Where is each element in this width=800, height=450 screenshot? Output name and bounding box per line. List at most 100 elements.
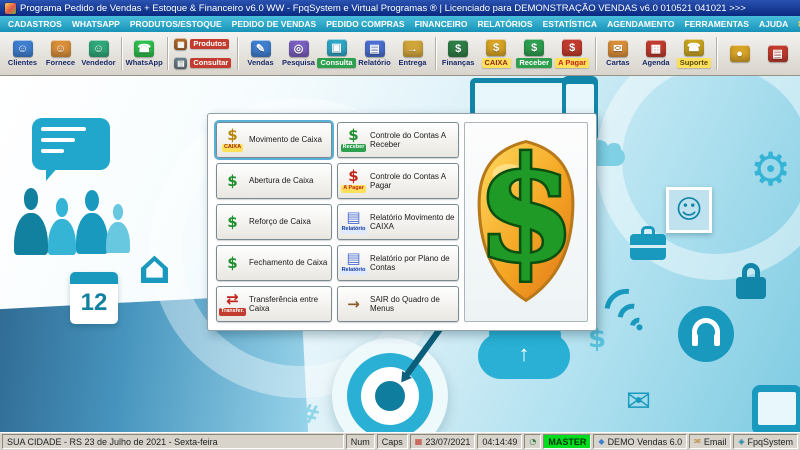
- dialog-button-relatorio-movimento-de-caixa[interactable]: ▤ Relatório Relatório Movimento de CAIXA: [337, 204, 459, 240]
- menu-item-label: AJUDA: [758, 19, 789, 29]
- menu-item-produtos-estoque[interactable]: PRODUTOS/ESTOQUE: [125, 16, 227, 32]
- menu-item-cadastros[interactable]: CADASTROS: [3, 16, 67, 32]
- status-location-text: SUA CIDADE - RS 23 de Julho de 2021 - Se…: [7, 436, 218, 447]
- toolbar-button-clientes[interactable]: ☺ Clientes: [4, 34, 41, 73]
- dialog-button-controle-do-contas-a-pagar[interactable]: $ A Pagar Controle do Contas A Pagar: [337, 163, 459, 199]
- toolbar-group: ✉ Cartas ▦ Agenda ☎ Suporte: [599, 34, 712, 73]
- toolbar-separator: [716, 37, 718, 70]
- toolbar-button-vendas[interactable]: ✎ Vendas: [242, 34, 279, 73]
- dialog-button-abertura-de-caixa[interactable]: $ Abertura de Caixa: [216, 163, 332, 199]
- toolbar-button-label: Clientes: [7, 58, 38, 68]
- menubar: CADASTROS WHATSAPP PRODUTOS/ESTOQUE PEDIDO …: [0, 16, 800, 32]
- dialog-button-transferencia-entre-caixa[interactable]: ⇄ Transfer. Transferência entre Caixa: [216, 286, 332, 322]
- num-lock-label: Num: [350, 436, 370, 447]
- vendedor-icon: ☺: [88, 40, 109, 58]
- toolbar-button-produtos[interactable]: ▦ Produtos: [171, 36, 233, 53]
- status-time: 04:14:49: [477, 434, 523, 449]
- toolbar-button-entrega[interactable]: → Entrega: [394, 34, 431, 73]
- dialog-button-label: SAIR do Quadro de Menus: [370, 294, 440, 313]
- menu-item-ajuda[interactable]: AJUDA: [754, 16, 793, 32]
- toolbar-separator: [166, 37, 168, 70]
- menu-item-e-mail[interactable]: ✉E-MAIL: [793, 16, 800, 32]
- toolbar-button-label: Agenda: [642, 58, 670, 68]
- time-text: 04:14:49: [482, 436, 518, 447]
- menu-item-label: PEDIDO COMPRAS: [326, 19, 405, 29]
- menu-item-relatorios[interactable]: RELATÓRIOS: [473, 16, 538, 32]
- toolbar-button-whatsapp[interactable]: ☎ WhatsApp: [126, 34, 163, 73]
- menu-item-ferramentas[interactable]: FERRAMENTAS: [679, 16, 754, 32]
- toolbar-button-caixa[interactable]: $ CAIXA: [478, 34, 515, 73]
- toolbar-button-coins[interactable]: ●: [721, 34, 758, 73]
- caixa-icon: $: [486, 39, 507, 57]
- dialog-icon-caption: A Pagar: [341, 185, 366, 193]
- menu-item-label: ESTATÍSTICA: [542, 19, 598, 29]
- toolbar-button-label: Produtos: [190, 39, 230, 49]
- desktop-background: ⌂ 12 ↑ ☺ ✉ ⚙ $ # $ CAIXA Movimento de Caix…: [0, 76, 800, 432]
- toolbar-button-consulta[interactable]: ▣ Consulta: [317, 34, 356, 73]
- toolbar-button-fornece[interactable]: ☺ Fornece: [42, 34, 79, 73]
- dialog-button-sair-do-quadro-de-menus[interactable]: → SAIR do Quadro de Menus: [337, 286, 459, 322]
- toolbar-button-agenda[interactable]: ▦ Agenda: [637, 34, 674, 73]
- toolbar-button-receber[interactable]: $ Receber: [516, 34, 553, 73]
- toolbar-button-suporte[interactable]: ☎ Suporte: [675, 34, 712, 73]
- person-icon: [76, 190, 108, 260]
- brand-text: FpqSystem: [747, 436, 793, 447]
- wifi-icon: [595, 279, 660, 346]
- toolbar-button-a-pagar[interactable]: $ A Pagar: [554, 34, 591, 73]
- a-pagar-icon: $ A Pagar: [341, 167, 366, 193]
- status-location: SUA CIDADE - RS 23 de Julho de 2021 - Se…: [2, 434, 344, 449]
- menu-item-whatsapp[interactable]: WHATSAPP: [67, 16, 125, 32]
- gauge-icon: ◔: [529, 436, 537, 446]
- dialog-button-controle-do-contas-a-receber[interactable]: $ Receber Controle do Contas A Receber: [337, 122, 459, 158]
- receber-icon: $ Receber: [340, 126, 367, 152]
- menu-item-financeiro[interactable]: FINANCEIRO: [410, 16, 473, 32]
- status-user: MASTER: [543, 434, 592, 449]
- clientes-icon: ☺: [12, 40, 33, 58]
- status-brand: ◈ FpqSystem: [733, 434, 798, 449]
- relatorio-icon: ▤ Relatório: [339, 249, 368, 275]
- toolbar-button-relatorio[interactable]: ▤ Relatório: [356, 34, 393, 73]
- menu-item-pedido-compras[interactable]: PEDIDO COMPRAS: [321, 16, 409, 32]
- toolbar-button-pesquisa[interactable]: ◎ Pesquisa: [280, 34, 317, 73]
- relatorio-icon: ▤: [364, 40, 385, 58]
- toolbar-button-label: Fornece: [45, 58, 76, 68]
- menu-item-estatistica[interactable]: ESTATÍSTICA: [538, 16, 602, 32]
- whatsapp-icon: ☎: [134, 40, 155, 58]
- status-gauge: ◔: [524, 434, 542, 449]
- svg-text:$: $: [476, 129, 575, 294]
- status-email[interactable]: ✉ Email: [689, 434, 732, 449]
- exit-door-icon: →: [347, 294, 360, 313]
- produtos-icon: ▦: [174, 38, 188, 50]
- toolbar-button-vendedor[interactable]: ☺ Vendedor: [80, 34, 117, 73]
- toolbar-button-catalog[interactable]: ▤: [759, 34, 796, 73]
- house-icon: ⌂: [138, 240, 171, 294]
- envelope-icon: ✉: [626, 384, 652, 419]
- catalog-icon: ▤: [767, 45, 788, 62]
- menu-item-label: RELATÓRIOS: [477, 19, 533, 29]
- toolbar-button-consultar[interactable]: ▤ Consultar: [171, 55, 233, 72]
- toolbar-button-cartas[interactable]: ✉ Cartas: [599, 34, 636, 73]
- hashtag-icon: #: [295, 398, 323, 432]
- dialog-button-reforco-de-caixa[interactable]: $ Reforço de Caixa: [216, 204, 332, 240]
- toolbar-separator: [121, 37, 122, 70]
- menu-item-label: CADASTROS: [8, 19, 62, 29]
- email-icon: ✉: [694, 436, 701, 446]
- dialog-buttons: $ CAIXA Movimento de Caixa $ Abertura de Cai…: [214, 120, 459, 322]
- menu-item-label: FINANCEIRO: [414, 19, 468, 29]
- status-date: ▦ 23/07/2021: [409, 434, 476, 449]
- calendar-icon: 12: [70, 272, 118, 324]
- toolbar-button-financas[interactable]: $ Finanças: [440, 34, 477, 73]
- title-bar: Programa Pedido de Vendas + Estoque & Fi…: [0, 0, 800, 16]
- dialog-button-movimento-de-caixa[interactable]: $ CAIXA Movimento de Caixa: [214, 120, 334, 160]
- menu-item-pedido-de-vendas[interactable]: PEDIDO DE VENDAS: [227, 16, 322, 32]
- dialog-button-fechamento-de-caixa[interactable]: $ Fechamento de Caixa: [216, 245, 332, 281]
- status-num-lock: Num: [345, 434, 375, 449]
- fornece-icon: ☺: [50, 40, 71, 58]
- portrait-photo-icon: ☺: [666, 187, 712, 233]
- menu-item-agendamento[interactable]: AGENDAMENTO: [602, 16, 679, 32]
- product-icon: ◆: [598, 436, 605, 446]
- brand-icon: ◈: [738, 436, 745, 446]
- status-product: ◆ DEMO Vendas 6.0: [593, 434, 688, 449]
- dialog-button-relatorio-por-plano-de-contas[interactable]: ▤ Relatório Relatório por Plano de Contas: [337, 245, 459, 281]
- toolbar-group: ☺ Clientes ☺ Fornece ☺ Vendedor: [4, 34, 117, 73]
